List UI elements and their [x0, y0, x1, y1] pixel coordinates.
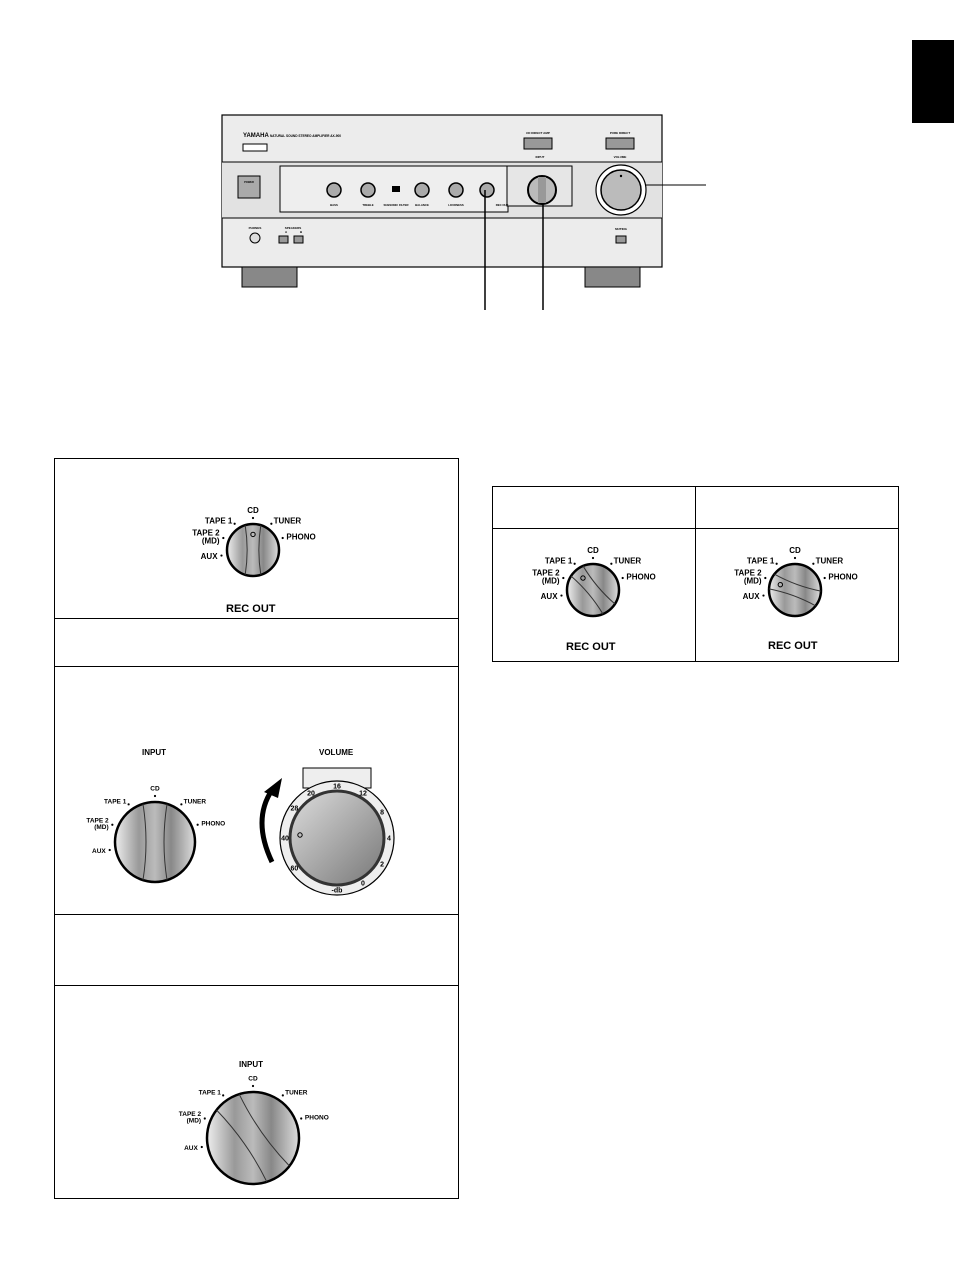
volume-scale-label: 0 [361, 881, 365, 888]
position-dot [222, 536, 225, 540]
volume-scale-label: 28 [291, 806, 299, 813]
position-label: AUX [92, 848, 106, 855]
position-label: CD [248, 1075, 258, 1082]
position-dot [196, 823, 199, 826]
input-selector-knob[interactable]: TAPE 1CDTUNERTAPE 2(MD) PHONOAUX [734, 546, 858, 618]
position-label: TAPE 1 [545, 556, 573, 565]
position-label: (MD) [187, 1118, 201, 1125]
position-dot [127, 803, 130, 806]
position-dot [251, 1084, 255, 1088]
position-label: CD [247, 506, 259, 515]
position-dot [180, 803, 183, 806]
manual-page: YAMAHA NATURAL SOUND STEREO AMPLIFIER AX… [0, 0, 954, 1272]
position-dot [270, 522, 273, 525]
volume-dial [288, 789, 386, 887]
position-label: TAPE 1 [747, 556, 775, 565]
knob-body [113, 800, 197, 884]
position-label: PHONO [286, 532, 315, 541]
position-dot [793, 556, 797, 560]
volume-scale-label: 4 [387, 836, 391, 843]
volume-scale-label: 40 [281, 836, 289, 843]
knob-body [205, 1090, 301, 1186]
input-selector-knob[interactable]: TAPE 1CDTUNERTAPE 2(MD) PHONOAUX [192, 506, 316, 578]
position-label: (MD) [94, 824, 108, 831]
position-label: TAPE 1 [199, 1089, 222, 1096]
volume-scale-label: 12 [359, 790, 367, 797]
position-dot [153, 794, 157, 798]
position-label: CD [587, 546, 599, 555]
position-dot [621, 576, 624, 580]
input-selector-knob[interactable]: TAPE 1CDTUNERTAPE 2(MD) PHONOAUX [179, 1075, 329, 1186]
position-dot [560, 594, 563, 597]
position-label: TUNER [816, 556, 844, 565]
volume-scale-label: 60 [291, 865, 299, 872]
position-label: (MD) [744, 576, 762, 585]
position-dot [610, 562, 613, 565]
position-dot [823, 576, 826, 580]
position-dot [300, 1117, 303, 1120]
position-dot [233, 522, 236, 525]
rotation-arrow [259, 788, 275, 864]
position-dot [222, 1094, 225, 1097]
position-label: TUNER [184, 798, 207, 805]
position-label: PHONO [626, 572, 655, 581]
position-label: CD [789, 546, 801, 555]
position-dot [251, 516, 255, 520]
volume-scale-label: 16 [333, 784, 341, 791]
volume-knob[interactable]: 20161228840 46020-db [259, 767, 395, 896]
volume-scale-label: 8 [380, 810, 384, 817]
position-label: AUX [541, 592, 559, 601]
position-label: AUX [743, 592, 761, 601]
position-dot [200, 1145, 203, 1149]
position-label: AUX [201, 552, 219, 561]
position-label: AUX [184, 1145, 198, 1152]
position-dot [764, 576, 767, 580]
knob-body [565, 562, 621, 618]
position-dot [573, 562, 576, 565]
position-label: TUNER [274, 516, 302, 525]
volume-scale-label: -db [332, 888, 343, 895]
position-dot [281, 536, 284, 540]
position-dot [812, 562, 815, 565]
position-dot [762, 594, 765, 597]
position-dot [562, 576, 565, 580]
position-label: (MD) [202, 536, 220, 545]
position-dot [220, 554, 223, 557]
position-dot [203, 1117, 206, 1120]
volume-scale-label: 2 [380, 862, 384, 869]
position-dot [775, 562, 778, 565]
knob-illustrations: TAPE 1CDTUNERTAPE 2(MD) PHONOAUXTAPE 1CDT… [86, 506, 858, 1186]
volume-scale-label: 20 [307, 790, 315, 797]
position-label: (MD) [542, 576, 560, 585]
knob-body [767, 562, 823, 618]
position-dot [108, 848, 111, 852]
position-label: TUNER [285, 1089, 308, 1096]
position-label: TAPE 1 [104, 798, 127, 805]
position-label: CD [150, 785, 160, 792]
input-selector-knob[interactable]: TAPE 1CDTUNERTAPE 2(MD) PHONOAUX [86, 785, 225, 884]
position-label: PHONO [201, 821, 225, 828]
position-label: TUNER [614, 556, 642, 565]
position-label: TAPE 1 [205, 516, 233, 525]
position-label: PHONO [305, 1114, 329, 1121]
input-selector-knob[interactable]: TAPE 1CDTUNERTAPE 2(MD) PHONOAUX [532, 546, 656, 618]
position-dot [111, 823, 114, 826]
position-label: PHONO [828, 572, 857, 581]
position-dot [281, 1094, 284, 1097]
position-dot [591, 556, 595, 560]
